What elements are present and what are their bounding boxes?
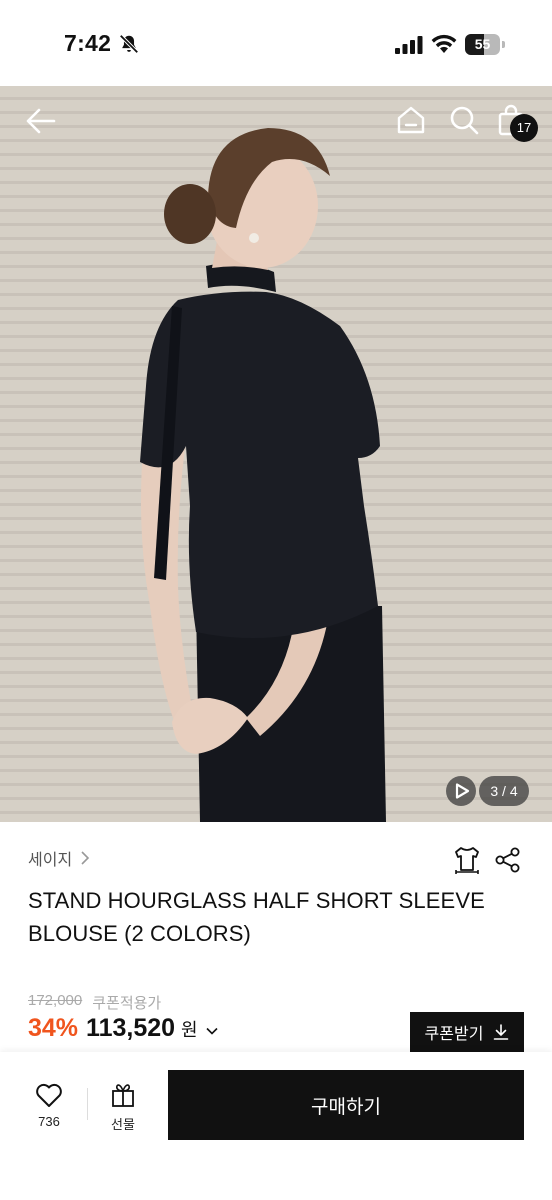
- play-icon: [455, 783, 470, 799]
- battery-icon: 55: [465, 34, 505, 56]
- size-guide-icon[interactable]: [452, 844, 482, 874]
- product-photo[interactable]: 17 3 / 4: [0, 86, 552, 822]
- price-row[interactable]: 34% 113,520 원: [28, 1014, 218, 1043]
- bottom-action-bar: 736 선물 구매하기: [0, 1052, 552, 1200]
- status-bar: 7:42 55: [0, 0, 552, 86]
- heart-icon: [36, 1083, 62, 1107]
- original-price: 172,000: [28, 992, 83, 1009]
- brand-link[interactable]: 세이지: [28, 846, 90, 870]
- original-price-row: 172,000 쿠폰적용가: [28, 992, 161, 1013]
- image-page-counter: 3 / 4: [479, 776, 529, 806]
- chevron-down-icon[interactable]: [206, 1026, 218, 1036]
- gift-label: 선물: [111, 1117, 135, 1132]
- sale-price: 113,520: [86, 1014, 176, 1042]
- coupon-price-note: 쿠폰적용가: [92, 995, 162, 1012]
- photo-scene: [0, 86, 552, 822]
- battery-text: 55: [474, 36, 491, 52]
- download-icon: [494, 1024, 509, 1040]
- coupon-button-label: 쿠폰받기: [424, 1026, 484, 1043]
- currency-unit: 원: [181, 1020, 198, 1040]
- home-icon[interactable]: [395, 104, 427, 136]
- brand-name: 세이지: [28, 852, 73, 869]
- battery-body: 55: [465, 34, 500, 55]
- like-count: 736: [38, 1114, 60, 1129]
- chevron-right-icon: [81, 851, 90, 865]
- buy-button-label: 구매하기: [311, 1096, 381, 1118]
- product-title: STAND HOURGLASS HALF SHORT SLEEVE BLOUSE…: [28, 888, 485, 946]
- divider: [87, 1088, 88, 1120]
- play-button[interactable]: [446, 776, 476, 806]
- share-icon[interactable]: [494, 846, 522, 874]
- gift-icon: [112, 1084, 134, 1107]
- battery-tip: [502, 41, 505, 48]
- gift-button[interactable]: 선물: [98, 1082, 148, 1134]
- discount-rate: 34%: [28, 1014, 79, 1042]
- wifi-icon: [431, 34, 457, 53]
- buy-button[interactable]: 구매하기: [168, 1070, 524, 1140]
- back-arrow-icon[interactable]: [24, 104, 58, 138]
- like-button[interactable]: 736: [24, 1082, 74, 1134]
- search-icon[interactable]: [448, 104, 480, 136]
- bell-off-icon: [119, 34, 139, 54]
- status-time: 7:42: [64, 30, 112, 56]
- signal-icon: [395, 36, 423, 54]
- cart-count-badge[interactable]: 17: [510, 114, 538, 142]
- get-coupon-button[interactable]: 쿠폰받기: [410, 1012, 524, 1052]
